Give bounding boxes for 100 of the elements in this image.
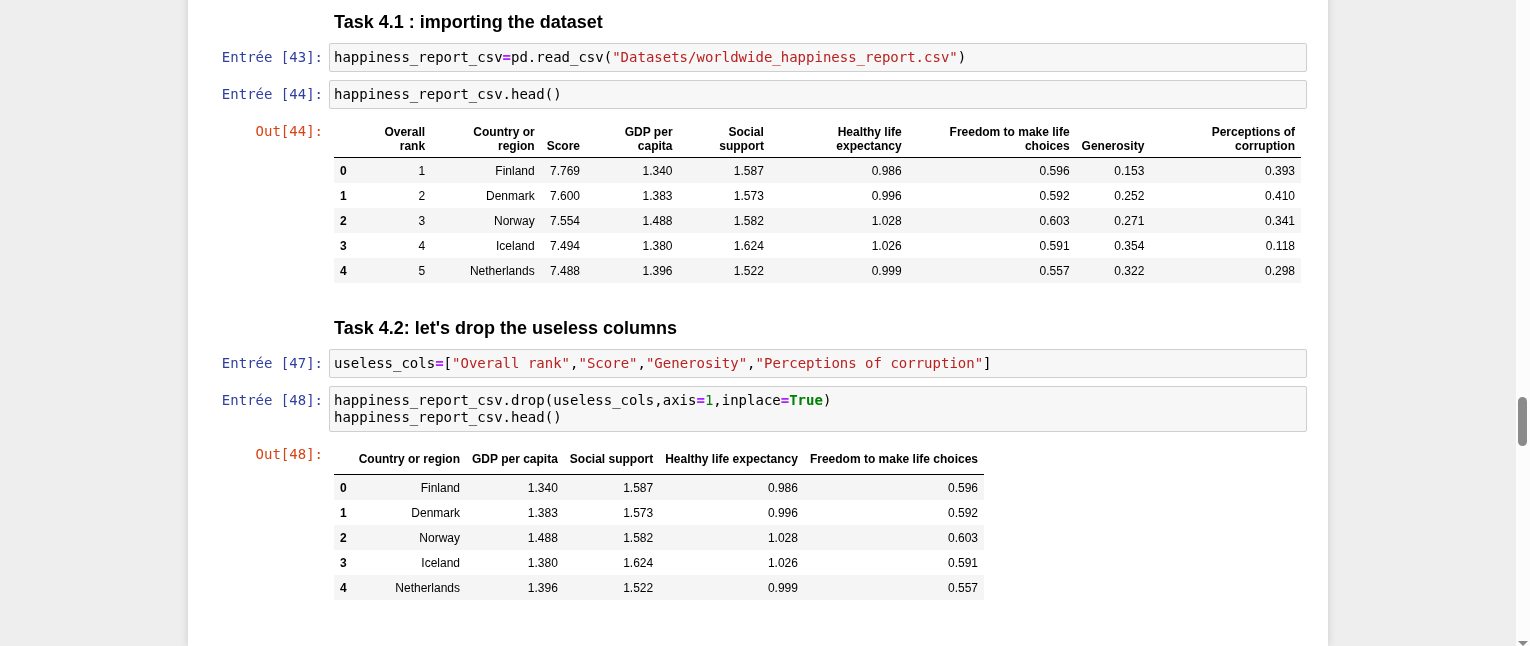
scrollbar-thumb[interactable] — [1518, 397, 1527, 446]
table-cell: 0.118 — [1150, 233, 1301, 258]
input-prompt: Entrée [48]: — [220, 391, 324, 409]
table-cell: 7.488 — [540, 258, 586, 283]
table-cell: 0.341 — [1150, 208, 1301, 233]
table-cell: 1.340 — [586, 157, 679, 183]
table-cell: 1.028 — [769, 208, 908, 233]
table-cell: 1.028 — [659, 525, 804, 550]
table-cell: 0.592 — [907, 183, 1076, 208]
scroll-down-icon[interactable] — [1518, 641, 1528, 646]
table-cell: 0.603 — [907, 208, 1076, 233]
row-index: 3 — [334, 550, 353, 575]
row-index: 2 — [334, 525, 353, 550]
table-cell: 1.582 — [678, 208, 770, 233]
column-header: Country or region — [431, 121, 541, 158]
table-cell: 1.587 — [678, 157, 770, 183]
table-cell: 1.380 — [586, 233, 679, 258]
column-header: Social support — [678, 121, 770, 158]
table-cell: 2 — [352, 183, 432, 208]
table-cell: 1.383 — [586, 183, 679, 208]
table-cell: 1.026 — [659, 550, 804, 575]
table-cell: 0.557 — [803, 575, 984, 600]
table-cell: 0.591 — [907, 233, 1076, 258]
table-cell: 1.383 — [466, 500, 564, 525]
column-header: Freedom to make life choices — [907, 121, 1076, 158]
table-cell: 0.596 — [907, 157, 1076, 183]
code-cell[interactable]: happiness_report_csv.drop(useless_cols,axis=1,inplace=True) happiness_report_csv.head() — [329, 386, 1307, 432]
column-header: Freedom to make life choices — [803, 444, 984, 475]
code-cell[interactable]: useless_cols=["Overall rank","Score","Generosity","Perceptions of corruption"] — [329, 349, 1307, 378]
table-cell: 1.587 — [563, 474, 660, 500]
table-cell: 0.153 — [1075, 157, 1151, 183]
table-cell: 7.494 — [540, 233, 586, 258]
row-index: 0 — [334, 157, 353, 183]
table-cell: Denmark — [352, 500, 467, 525]
table-cell: 1.582 — [563, 525, 660, 550]
table-cell: 0.986 — [769, 157, 908, 183]
row-index: 4 — [334, 258, 353, 283]
table-cell: 0.603 — [803, 525, 984, 550]
table-cell: Norway — [352, 525, 467, 550]
table-cell: 1.624 — [563, 550, 660, 575]
table-cell: 0.986 — [659, 474, 804, 500]
table-cell: 3 — [352, 208, 432, 233]
table-cell: 0.322 — [1075, 258, 1151, 283]
table-cell: 0.999 — [659, 575, 804, 600]
code-cell[interactable]: happiness_report_csv=pd.read_csv("Datasets/worldwide_happiness_report.csv") — [329, 43, 1307, 72]
output-prompt: Out[48]: — [254, 445, 324, 463]
table-cell: 0.354 — [1075, 233, 1151, 258]
table-cell: 1.522 — [678, 258, 770, 283]
table-cell: Iceland — [352, 550, 467, 575]
table-cell: 0.298 — [1150, 258, 1301, 283]
section-heading: Task 4.1 : importing the dataset — [333, 11, 604, 34]
input-prompt: Entrée [43]: — [220, 48, 324, 66]
table-cell: Denmark — [431, 183, 541, 208]
section-heading: Task 4.2: let's drop the useless columns — [333, 317, 679, 340]
table-cell: 4 — [352, 233, 432, 258]
column-header: Healthy life expectancy — [659, 444, 804, 475]
table-cell: 1 — [352, 157, 432, 183]
output-prompt: Out[44]: — [254, 122, 324, 140]
table-cell: 7.600 — [540, 183, 586, 208]
table-cell: 1.380 — [466, 550, 564, 575]
column-header: Social support — [563, 444, 660, 475]
table-cell: Finland — [352, 474, 467, 500]
table-cell: Norway — [431, 208, 541, 233]
table-cell: Finland — [431, 157, 541, 183]
column-header: Perceptions of corruption — [1150, 121, 1301, 158]
table-cell: 5 — [352, 258, 432, 283]
table-cell: 1.396 — [586, 258, 679, 283]
code-cell[interactable]: happiness_report_csv.head() — [329, 80, 1307, 109]
column-header: GDP per capita — [466, 444, 564, 475]
table-cell: 0.591 — [803, 550, 984, 575]
column-header: Overall rank — [352, 121, 432, 158]
column-header: GDP per capita — [586, 121, 679, 158]
table-cell: Netherlands — [352, 575, 467, 600]
row-index: 1 — [334, 500, 353, 525]
scrollbar[interactable] — [1516, 0, 1530, 646]
table-cell: 1.488 — [586, 208, 679, 233]
column-header: Score — [540, 121, 586, 158]
table-cell: 1.573 — [678, 183, 770, 208]
table-cell: Netherlands — [431, 258, 541, 283]
row-index: 2 — [334, 208, 353, 233]
table-cell: 1.488 — [466, 525, 564, 550]
column-header: Country or region — [352, 444, 467, 475]
table-cell: 0.592 — [803, 500, 984, 525]
table-cell: 0.996 — [769, 183, 908, 208]
table-cell: 0.410 — [1150, 183, 1301, 208]
table-cell: 0.271 — [1075, 208, 1151, 233]
input-prompt: Entrée [44]: — [220, 85, 324, 103]
input-prompt: Entrée [47]: — [220, 354, 324, 372]
table-cell: 0.557 — [907, 258, 1076, 283]
column-header: Generosity — [1075, 121, 1151, 158]
table-cell: 1.573 — [563, 500, 660, 525]
table-cell: Iceland — [431, 233, 541, 258]
table-cell: 7.554 — [540, 208, 586, 233]
table-cell: 1.026 — [769, 233, 908, 258]
row-index: 4 — [334, 575, 353, 600]
table-cell: 0.252 — [1075, 183, 1151, 208]
table-cell: 0.596 — [803, 474, 984, 500]
column-header: Healthy life expectancy — [769, 121, 908, 158]
row-index: 1 — [334, 183, 353, 208]
row-index: 3 — [334, 233, 353, 258]
